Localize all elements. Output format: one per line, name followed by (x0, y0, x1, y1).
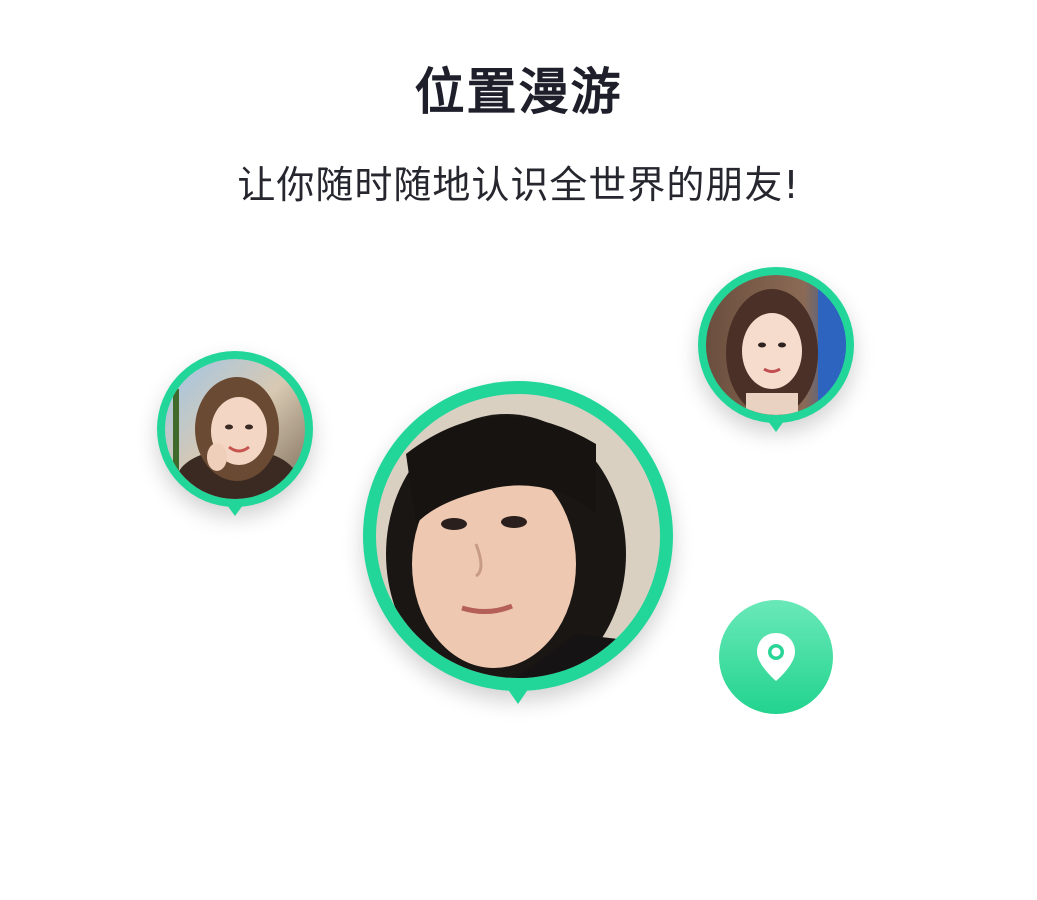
page-subtitle: 让你随时随地认识全世界的朋友! (237, 163, 800, 207)
avatar-left[interactable] (165, 359, 305, 499)
avatar-right-photo (706, 275, 846, 415)
avatar-pin-right[interactable] (698, 267, 854, 423)
avatar-center-photo (376, 394, 660, 678)
avatar-pin-center[interactable] (363, 381, 673, 691)
avatar-left-photo (165, 359, 305, 499)
avatar-pin-left[interactable] (157, 351, 313, 507)
avatar-center[interactable] (376, 394, 660, 678)
page-title: 位置漫游 (414, 63, 623, 121)
locate-button[interactable] (719, 600, 833, 714)
avatar-right[interactable] (706, 275, 846, 415)
map-pin-icon (757, 633, 795, 681)
